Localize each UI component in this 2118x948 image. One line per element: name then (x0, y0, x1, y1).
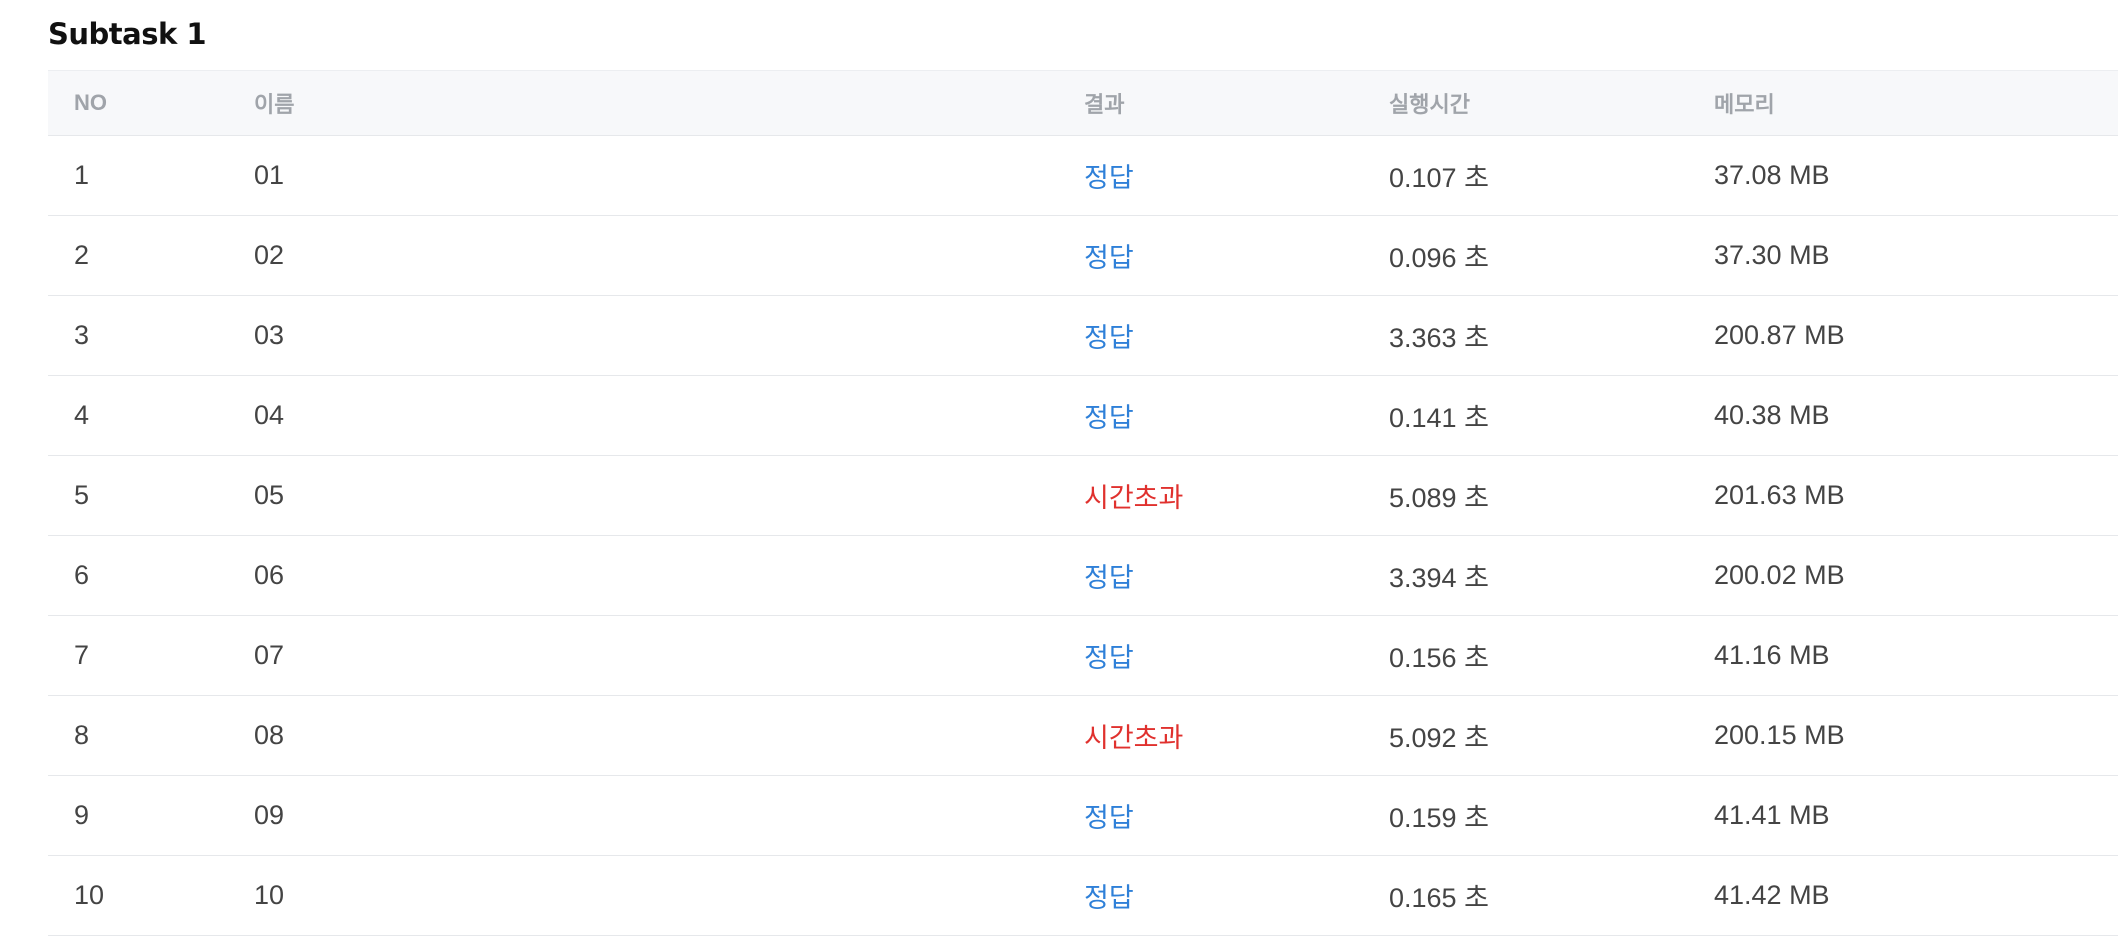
cell-time: 3.394 초 (1389, 563, 1489, 593)
cell-result: 정답 (1084, 403, 1134, 433)
table-row: 4 04 정답 0.141 초 40.38 MB (48, 376, 2118, 456)
cell-result: 정답 (1084, 323, 1134, 353)
table-header-row: NO 이름 결과 실행시간 메모리 (48, 70, 2118, 136)
cell-result: 정답 (1084, 163, 1134, 193)
column-header-name: 이름 (254, 92, 295, 117)
cell-name: 02 (254, 240, 285, 270)
cell-name: 10 (254, 880, 285, 910)
cell-time: 0.156 초 (1389, 643, 1489, 673)
cell-time: 0.159 초 (1389, 803, 1489, 833)
table-row: 2 02 정답 0.096 초 37.30 MB (48, 216, 2118, 296)
cell-memory: 41.42 MB (1714, 880, 1830, 910)
cell-memory: 200.15 MB (1714, 720, 1845, 750)
cell-memory: 41.16 MB (1714, 640, 1830, 670)
cell-no: 9 (74, 800, 90, 830)
cell-result: 정답 (1084, 803, 1134, 833)
cell-name: 01 (254, 160, 285, 190)
cell-time: 5.089 초 (1389, 483, 1489, 513)
cell-name: 07 (254, 640, 285, 670)
column-header-time: 실행시간 (1389, 92, 1470, 117)
cell-time: 5.092 초 (1389, 723, 1489, 753)
cell-memory: 40.38 MB (1714, 400, 1830, 430)
cell-result: 시간초과 (1084, 483, 1184, 513)
cell-memory: 37.30 MB (1714, 240, 1830, 270)
cell-result: 시간초과 (1084, 723, 1184, 753)
cell-memory: 201.63 MB (1714, 480, 1845, 510)
cell-no: 6 (74, 560, 90, 590)
table-row: 5 05 시간초과 5.089 초 201.63 MB (48, 456, 2118, 536)
cell-time: 0.165 초 (1389, 883, 1489, 913)
cell-no: 5 (74, 480, 90, 510)
cell-name: 08 (254, 720, 285, 750)
cell-result: 정답 (1084, 883, 1134, 913)
column-header-no: NO (74, 90, 107, 115)
table-row: 7 07 정답 0.156 초 41.16 MB (48, 616, 2118, 696)
cell-no: 8 (74, 720, 90, 750)
subtask-title: Subtask 1 (48, 17, 207, 51)
cell-result: 정답 (1084, 563, 1134, 593)
table-row: 3 03 정답 3.363 초 200.87 MB (48, 296, 2118, 376)
cell-memory: 200.02 MB (1714, 560, 1845, 590)
testcase-table: NO 이름 결과 실행시간 메모리 1 01 정답 0.107 초 37.08 … (48, 70, 2118, 936)
cell-time: 0.096 초 (1389, 243, 1489, 273)
cell-result: 정답 (1084, 643, 1134, 673)
table-header: NO 이름 결과 실행시간 메모리 (48, 70, 2118, 136)
cell-no: 4 (74, 400, 90, 430)
table-body: 1 01 정답 0.107 초 37.08 MB 2 02 정답 0.096 초… (48, 136, 2118, 936)
cell-no: 10 (74, 880, 105, 910)
table-row: 9 09 정답 0.159 초 41.41 MB (48, 776, 2118, 856)
cell-name: 05 (254, 480, 285, 510)
cell-time: 0.107 초 (1389, 163, 1489, 193)
cell-no: 2 (74, 240, 90, 270)
subtask-section: Subtask 1 NO 이름 결과 실행시간 메모리 1 01 정답 0.10… (0, 0, 2118, 936)
cell-memory: 37.08 MB (1714, 160, 1830, 190)
table-row: 8 08 시간초과 5.092 초 200.15 MB (48, 696, 2118, 776)
cell-no: 3 (74, 320, 90, 350)
cell-name: 03 (254, 320, 285, 350)
cell-name: 09 (254, 800, 285, 830)
cell-result: 정답 (1084, 243, 1134, 273)
table-row: 6 06 정답 3.394 초 200.02 MB (48, 536, 2118, 616)
column-header-result: 결과 (1084, 92, 1125, 117)
table-row: 1 01 정답 0.107 초 37.08 MB (48, 136, 2118, 216)
column-header-memory: 메모리 (1714, 92, 1775, 117)
cell-no: 1 (74, 160, 90, 190)
cell-time: 3.363 초 (1389, 323, 1489, 353)
table-row: 10 10 정답 0.165 초 41.42 MB (48, 856, 2118, 936)
cell-memory: 200.87 MB (1714, 320, 1845, 350)
cell-name: 06 (254, 560, 285, 590)
cell-memory: 41.41 MB (1714, 800, 1830, 830)
cell-no: 7 (74, 640, 90, 670)
cell-name: 04 (254, 400, 285, 430)
cell-time: 0.141 초 (1389, 403, 1489, 433)
